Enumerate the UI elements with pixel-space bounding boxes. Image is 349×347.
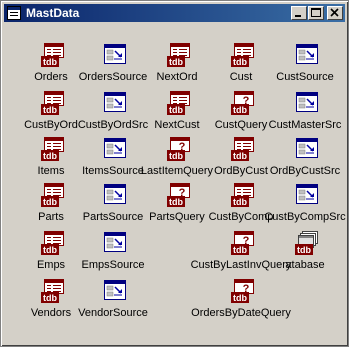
component-label: OrdByCustSrc — [269, 165, 341, 177]
component-ordersbydatequery[interactable]: OrdersByDateQuery — [191, 277, 291, 325]
component-label: EmpsSource — [81, 259, 145, 271]
component-custbycompsrc[interactable]: CustByCompSrc — [264, 181, 346, 229]
table-component-icon — [41, 91, 64, 115]
table-component-icon — [41, 279, 64, 303]
component-label: CustMasterSrc — [268, 119, 342, 131]
minimize-button[interactable] — [291, 6, 307, 20]
form-client-area: Orders OrdersSource NextOrd Cust CustSource C… — [5, 25, 346, 342]
component-empssource[interactable]: EmpsSource — [81, 229, 145, 277]
window-title: MastData — [26, 6, 80, 20]
datasource-component-icon — [103, 183, 127, 205]
query-component-icon — [167, 137, 190, 161]
component-custmastersrc[interactable]: CustMasterSrc — [269, 89, 341, 137]
component-label: CustSource — [276, 71, 334, 83]
query-component-icon — [231, 91, 254, 115]
table-component-icon — [231, 183, 254, 207]
close-icon — [330, 8, 339, 17]
table-component-icon — [41, 231, 64, 255]
query-component-icon — [231, 231, 254, 255]
component-label: atabase — [285, 259, 325, 271]
table-component-icon — [41, 137, 64, 161]
datasource-component-icon — [103, 137, 127, 159]
datasource-component-icon — [103, 91, 127, 113]
close-button[interactable] — [327, 6, 343, 20]
component-label: CustByCompSrc — [264, 211, 346, 223]
table-component-icon — [231, 137, 254, 161]
maximize-button[interactable] — [308, 6, 324, 20]
datasource-component-icon — [295, 43, 319, 65]
table-component-icon — [41, 183, 64, 207]
query-component-icon — [231, 279, 254, 303]
datasource-component-icon — [295, 183, 319, 205]
datasource-component-icon — [103, 231, 127, 253]
component-vendorsource[interactable]: VendorSource — [78, 277, 148, 325]
component-ordbycustsrc[interactable]: OrdByCustSrc — [270, 135, 340, 183]
table-component-icon — [167, 43, 190, 67]
form-icon[interactable] — [7, 6, 21, 20]
datasource-component-icon — [295, 137, 319, 159]
component-custsource[interactable]: CustSource — [273, 41, 337, 89]
query-component-icon — [167, 183, 190, 207]
component-label: VendorSource — [78, 307, 148, 319]
minimize-icon — [295, 15, 301, 17]
component-label: OrdersByDateQuery — [191, 307, 291, 319]
component-atabase[interactable]: atabase — [273, 229, 337, 277]
database-component-icon — [295, 231, 318, 255]
mastdata-window: MastData Orders OrdersSource NextOrd Cust Cu… — [0, 0, 349, 347]
datasource-component-icon — [103, 43, 127, 65]
table-component-icon — [41, 43, 64, 67]
table-component-icon — [167, 91, 190, 115]
datasource-component-icon — [295, 91, 319, 113]
title-bar[interactable]: MastData — [4, 4, 345, 22]
maximize-icon — [311, 8, 321, 17]
datasource-component-icon — [103, 279, 127, 301]
table-component-icon — [231, 43, 254, 67]
